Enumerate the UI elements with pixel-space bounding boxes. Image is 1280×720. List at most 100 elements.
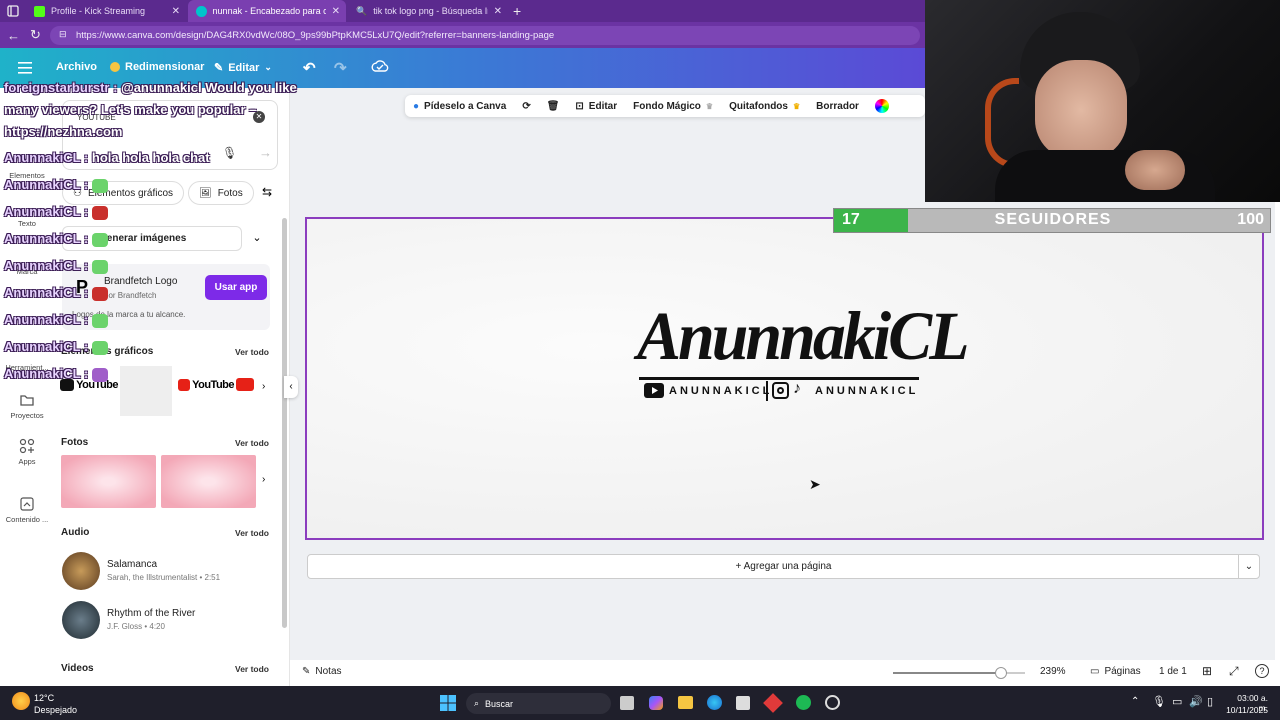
chat-line: https://nezhna.com — [4, 124, 122, 139]
design-page[interactable]: AnunnakiCL ANUNNAKICL ♪ ANUNNAKICL ➤ — [305, 217, 1264, 540]
file-menu[interactable]: Archivo — [56, 61, 97, 73]
tab-actions-icon[interactable] — [6, 4, 20, 18]
search-favicon-icon: 🔍 — [356, 5, 368, 16]
undo-icon[interactable]: ↶ — [303, 59, 316, 77]
chat-line: AnunnakiCL : — [4, 339, 109, 355]
volume-icon[interactable]: 🔊 — [1189, 695, 1203, 708]
edit-label: Editar — [228, 61, 260, 74]
photos-see-all[interactable]: Ver todo — [235, 438, 269, 448]
tab-canva[interactable]: nunnak - Encabezado para correo ✕ — [188, 0, 346, 22]
zoom-slider-handle[interactable] — [995, 667, 1008, 679]
store-icon[interactable] — [736, 696, 750, 710]
zoom-value[interactable]: 239% — [1040, 666, 1066, 677]
color-wheel-icon[interactable] — [867, 99, 897, 113]
play-icon[interactable] — [62, 601, 100, 639]
edit-label: Editar — [588, 100, 618, 112]
audio-see-all[interactable]: Ver todo — [235, 528, 269, 538]
trash-icon[interactable]: 🗑 — [539, 101, 568, 112]
design-title[interactable]: AnunnakiCL — [637, 302, 970, 371]
microphone-icon[interactable]: 🎙 — [1152, 695, 1166, 708]
magic-bg-button[interactable]: Fondo Mágico ♛ — [625, 101, 721, 112]
app-red-icon[interactable] — [763, 693, 783, 713]
edge-icon[interactable] — [707, 695, 722, 710]
kick-favicon-icon — [34, 5, 45, 17]
tab-kick[interactable]: Profile - Kick Streaming ✕ — [26, 0, 186, 22]
tab-search[interactable]: 🔍 tik tok logo png - Búsqueda Imá ✕ — [348, 0, 508, 22]
windows-start-icon[interactable] — [440, 695, 456, 711]
notes-button[interactable]: ✎ Notas — [302, 666, 342, 677]
divider — [766, 381, 768, 401]
chat-line: AnunnakiCL : hola hola hola chat — [4, 150, 210, 165]
edit-image-icon: ⊡ — [575, 100, 584, 112]
rail-apps[interactable]: Apps — [0, 438, 54, 466]
pages-icon: ▭ — [1090, 666, 1100, 677]
edit-menu[interactable]: ✎ Editar ⌄ — [214, 61, 272, 75]
add-page-button[interactable]: + Agregar una página ⌄ — [307, 554, 1260, 579]
track-title: Salamanca — [107, 559, 158, 570]
site-info-icon[interactable]: ⊟ — [59, 29, 67, 40]
redo-icon[interactable]: ↷ — [334, 59, 347, 77]
youtube-icon — [644, 383, 664, 398]
chevron-down-icon: ⌄ — [264, 62, 272, 72]
chat-username: AnunnakiCL : — [4, 150, 89, 165]
remove-bg-button[interactable]: Quitafondos ♛ — [721, 101, 808, 112]
weather-icon[interactable] — [12, 692, 30, 710]
photo-thumb[interactable] — [161, 455, 256, 508]
zoom-slider[interactable] — [893, 667, 1025, 679]
spotify-icon[interactable] — [796, 695, 811, 710]
clock-date[interactable]: 10/11/2025 — [1226, 705, 1268, 715]
chat-message: @anunnakicl Would you like — [117, 80, 297, 95]
edit-image-button[interactable]: ⊡ Editar — [567, 101, 625, 112]
tray-expand-icon[interactable]: ⌃ — [1131, 696, 1139, 707]
close-icon[interactable]: ✕ — [332, 6, 340, 17]
content-icon — [19, 496, 35, 512]
close-icon[interactable]: ✕ — [172, 6, 180, 17]
pages-button[interactable]: ▭ Páginas — [1090, 666, 1141, 677]
url-input[interactable]: ⊟ https://www.canva.com/design/DAG4RX0vd… — [50, 26, 920, 45]
emote-icon — [92, 205, 109, 220]
chat-line: AnunnakiCL : — [4, 231, 109, 247]
videos-see-all[interactable]: Ver todo — [235, 664, 269, 674]
resize-label: Redimensionar — [125, 61, 205, 73]
battery-icon[interactable]: ▯ — [1207, 695, 1213, 708]
eraser-button[interactable]: Borrador — [808, 101, 867, 112]
refresh-icon[interactable]: ⟳ — [514, 101, 538, 112]
rail-content[interactable]: Contenido ... — [0, 496, 54, 524]
menu-icon[interactable] — [18, 61, 34, 75]
emote-icon — [92, 259, 109, 274]
help-icon[interactable]: ? — [1255, 664, 1269, 678]
network-icon[interactable]: ▭ — [1172, 695, 1182, 708]
taskbar-search[interactable]: ⌕ Buscar — [466, 693, 611, 714]
ask-canva-button[interactable]: ● Pídeselo a Canva — [405, 101, 514, 112]
new-tab-icon[interactable]: + — [513, 3, 521, 19]
cloud-sync-icon[interactable] — [371, 59, 389, 75]
copilot-icon[interactable] — [649, 696, 663, 710]
photo-thumb[interactable] — [61, 455, 156, 508]
play-icon[interactable] — [62, 552, 100, 590]
emote-icon — [92, 286, 109, 301]
goal-target: 100 — [1237, 211, 1264, 228]
tab-label: nunnak - Encabezado para correo — [212, 6, 326, 16]
canva-ai-icon: ● — [413, 100, 420, 112]
photos-title: Fotos — [61, 437, 89, 448]
fullscreen-icon[interactable]: ⤢ — [1229, 664, 1239, 679]
url-text: https://www.canva.com/design/DAG4RX0vdWc… — [76, 30, 555, 41]
remove-bg-label: Quitafondos — [729, 100, 788, 112]
obs-icon[interactable] — [825, 695, 840, 710]
close-icon[interactable]: ✕ — [494, 6, 502, 17]
editor-footer: ✎ Notas 239% ▭ Páginas 1 de 1 ⊞ ⤢ ? — [290, 660, 1280, 686]
grid-view-icon[interactable]: ⊞ — [1202, 664, 1212, 678]
browser-tab-bar: Profile - Kick Streaming ✕ nunnak - Enca… — [0, 0, 925, 22]
chevron-right-icon[interactable]: › — [262, 474, 265, 485]
reload-icon[interactable]: ↻ — [30, 27, 41, 43]
chat-username: AnunnakiCL : — [4, 366, 89, 381]
task-view-icon[interactable] — [620, 696, 634, 710]
file-explorer-icon[interactable] — [678, 696, 693, 709]
chat-username: AnunnakiCL : — [4, 258, 89, 273]
chat-username: foreignstarburstr : — [4, 80, 118, 95]
back-icon[interactable]: ← — [7, 28, 20, 43]
follower-goal-bar: 17 SEGUIDORES 100 — [833, 208, 1271, 233]
chat-overlay: foreignstarburstr : @anunnakicl Would yo… — [0, 78, 300, 418]
chevron-down-icon[interactable]: ⌄ — [1238, 555, 1259, 578]
resize-button[interactable]: Redimensionar — [110, 61, 204, 73]
